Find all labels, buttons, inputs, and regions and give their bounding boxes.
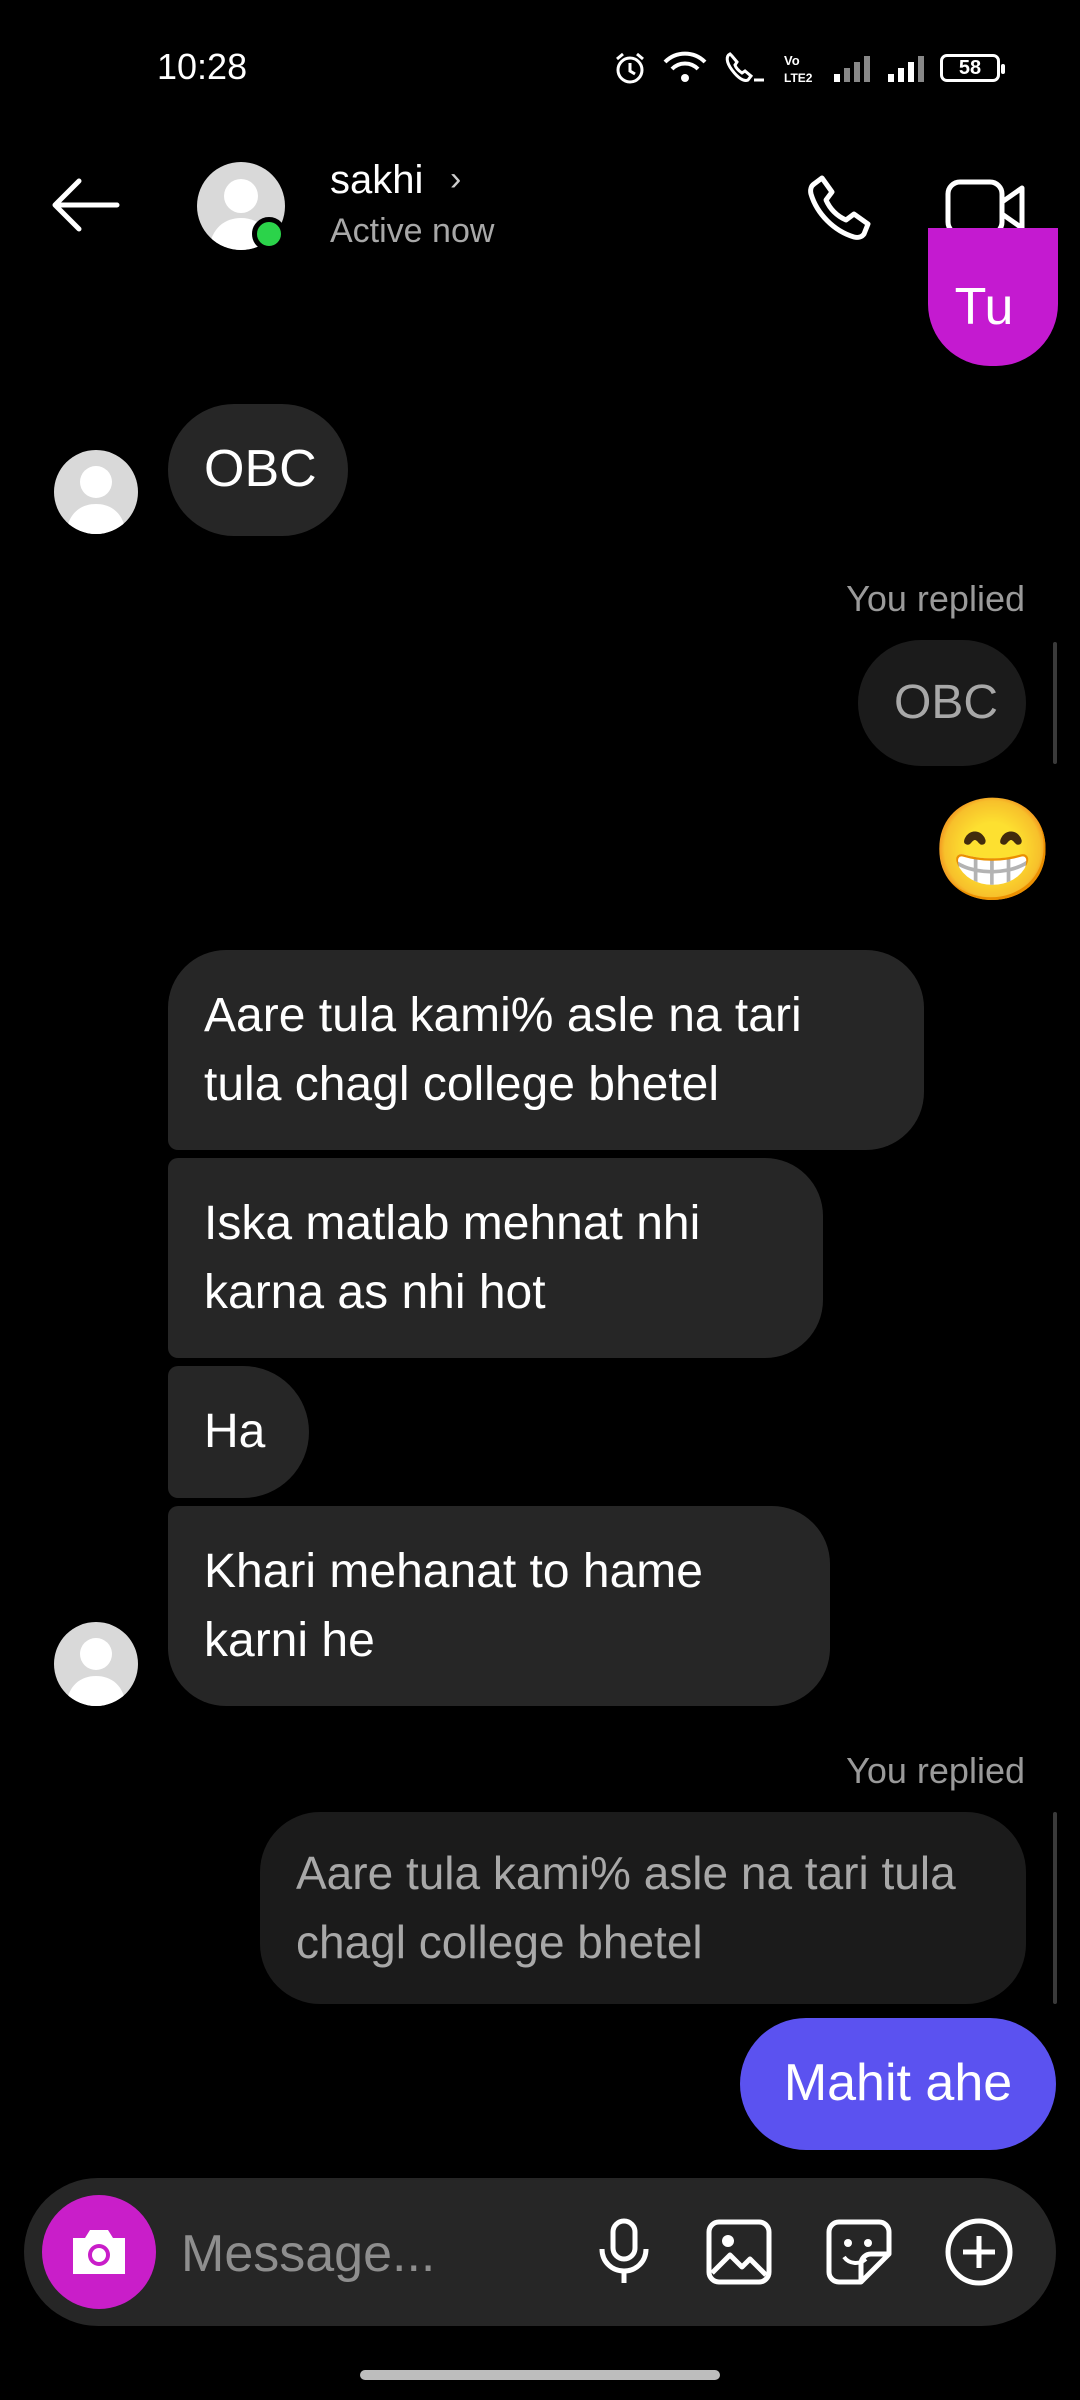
contact-status: Active now: [330, 212, 495, 250]
alarm-icon: [616, 52, 644, 84]
quoted-reply[interactable]: Aare tula kami% asle na tari tula chagl …: [260, 1812, 1026, 2004]
back-button[interactable]: [45, 170, 125, 240]
more-options-button[interactable]: [939, 2212, 1019, 2292]
reply-label: You replied: [846, 1750, 1025, 1791]
sender-avatar[interactable]: [54, 1622, 138, 1706]
incoming-message[interactable]: OBC: [168, 404, 348, 536]
chevron-right-icon[interactable]: ›: [450, 160, 461, 199]
online-indicator: [252, 217, 286, 251]
svg-text:LTE2: LTE2: [784, 71, 813, 85]
reply-bar: [1053, 642, 1057, 764]
status-bar: 10:28 Vo LTE2 58: [0, 0, 1080, 120]
default-avatar-icon: [66, 1638, 126, 1706]
sender-avatar[interactable]: [54, 450, 138, 534]
image-icon: [706, 2219, 772, 2285]
incoming-message[interactable]: Ha: [168, 1366, 309, 1498]
status-icons: Vo LTE2 58: [612, 48, 1005, 88]
incoming-message[interactable]: Iska matlab mehnat nhi karna as nhi hot: [168, 1158, 823, 1358]
voice-call-button[interactable]: [800, 168, 880, 248]
volte-icon: Vo LTE2: [784, 53, 813, 85]
default-avatar-icon: [66, 466, 126, 534]
message-composer: [24, 2178, 1056, 2326]
incoming-message[interactable]: Aare tula kami% asle na tari tula chagl …: [168, 950, 924, 1150]
svg-text:Vo: Vo: [784, 53, 800, 68]
wifi-icon: [663, 51, 707, 82]
message-input[interactable]: [179, 2208, 563, 2300]
incoming-message[interactable]: Khari mehanat to hame karni he: [168, 1506, 830, 1706]
camera-button[interactable]: [42, 2195, 156, 2309]
contact-name[interactable]: sakhi: [330, 158, 423, 203]
microphone-icon: [599, 2218, 649, 2283]
voice-message-button[interactable]: [584, 2212, 664, 2292]
quoted-reply[interactable]: OBC: [858, 640, 1026, 766]
emoji-message[interactable]: 😁: [928, 790, 1058, 910]
wifi-calling-icon: [725, 52, 764, 82]
reply-bar: [1053, 1812, 1057, 2004]
sticker-button[interactable]: [819, 2212, 899, 2292]
signal-2-icon: [888, 56, 924, 82]
outgoing-message[interactable]: Mahit ahe: [740, 2018, 1056, 2150]
phone-icon: [808, 175, 871, 240]
battery-indicator: 58: [940, 54, 1005, 82]
outgoing-message[interactable]: Tu: [928, 228, 1058, 366]
gallery-button[interactable]: [699, 2212, 779, 2292]
signal-1-icon: [834, 56, 870, 82]
back-arrow-icon: [52, 178, 120, 232]
status-time: 10:28: [157, 46, 248, 87]
chat-header: sakhi › Active now: [0, 140, 1080, 270]
contact-avatar[interactable]: [197, 162, 286, 251]
plus-circle-icon: [945, 2218, 1013, 2286]
reply-label: You replied: [846, 578, 1025, 619]
camera-icon: [73, 2230, 125, 2274]
home-indicator[interactable]: [360, 2370, 720, 2380]
sticker-icon: [826, 2219, 892, 2285]
